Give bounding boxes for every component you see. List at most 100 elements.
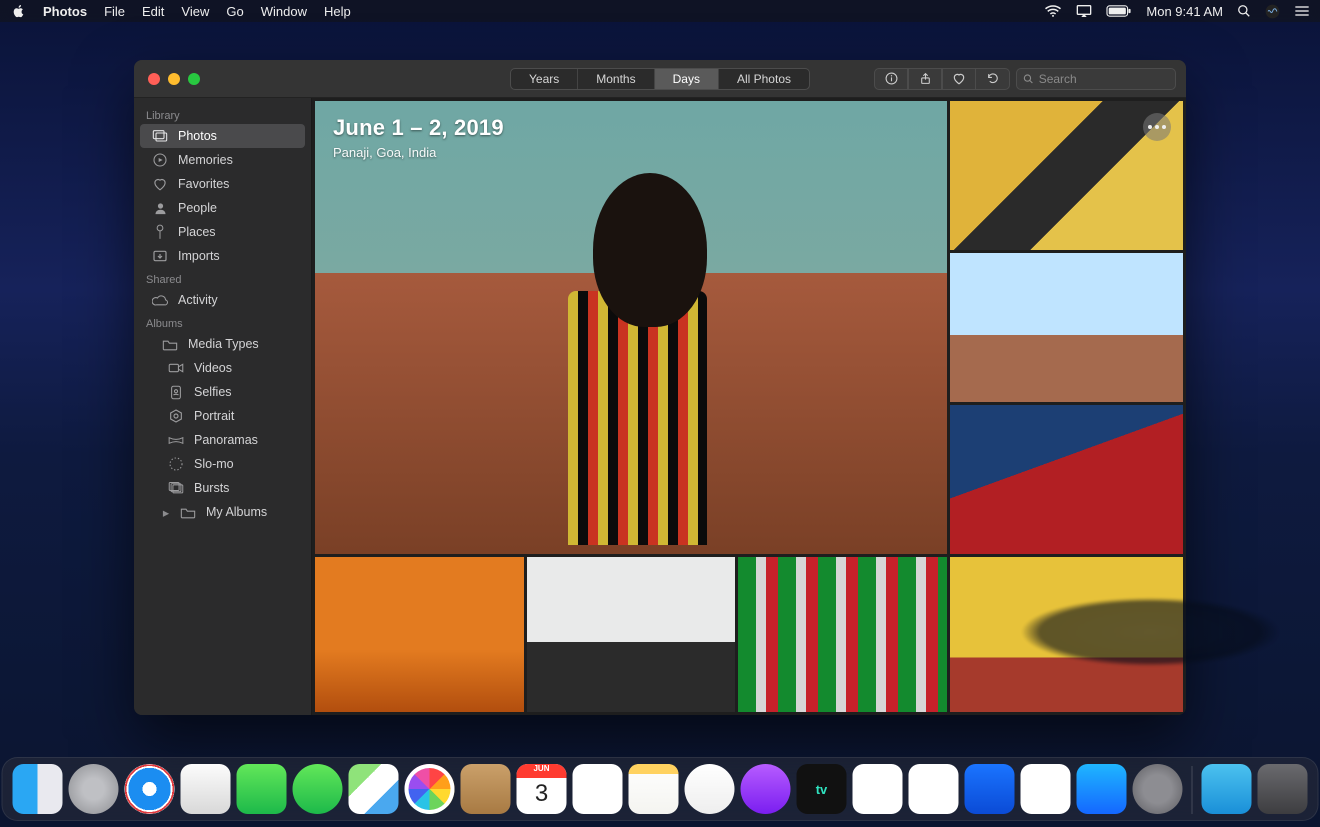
menu-help[interactable]: Help — [324, 4, 351, 19]
cloud-icon — [152, 292, 168, 308]
photo-thumbnail[interactable] — [950, 557, 1183, 712]
dock-mail-icon[interactable] — [181, 764, 231, 814]
heart-icon — [152, 176, 168, 192]
photo-hero[interactable]: June 1 – 2, 2019 Panaji, Goa, India — [315, 101, 947, 554]
airplay-icon[interactable] — [1076, 4, 1092, 18]
sidebar-item-slo-mo[interactable]: Slo-mo — [134, 452, 311, 476]
menubar-status: Mon 9:41 AM — [1044, 4, 1310, 19]
window-titlebar: Years Months Days All Photos — [134, 60, 1186, 98]
photo-thumbnail[interactable] — [950, 101, 1183, 250]
battery-icon[interactable] — [1106, 5, 1132, 17]
day-header: June 1 – 2, 2019 Panaji, Goa, India — [333, 115, 504, 160]
sidebar-item-portrait[interactable]: Portrait — [134, 404, 311, 428]
dock-pages-icon[interactable] — [1021, 764, 1071, 814]
sidebar-item-label: Portrait — [194, 409, 234, 423]
sidebar-item-bursts[interactable]: Bursts — [134, 476, 311, 500]
search-field[interactable] — [1016, 68, 1176, 90]
menubar-left: Photos File Edit View Go Window Help — [12, 4, 351, 19]
sidebar-item-label: Slo-mo — [194, 457, 234, 471]
dock-podcasts-icon[interactable] — [741, 764, 791, 814]
dock-news-icon[interactable] — [853, 764, 903, 814]
dock-app-store-icon[interactable] — [1077, 764, 1127, 814]
import-icon — [152, 248, 168, 264]
sidebar-item-memories[interactable]: Memories — [134, 148, 311, 172]
dock-messages-icon[interactable] — [293, 764, 343, 814]
siri-icon[interactable] — [1265, 4, 1280, 19]
sidebar-item-label: My Albums — [206, 505, 267, 519]
close-button[interactable] — [148, 73, 160, 85]
sidebar-item-photos[interactable]: Photos — [140, 124, 305, 148]
dock-calendar-icon[interactable]: JUN3 — [517, 764, 567, 814]
photo-thumbnail[interactable] — [738, 557, 947, 712]
apple-menu-icon[interactable] — [12, 4, 26, 18]
menu-go[interactable]: Go — [226, 4, 243, 19]
sidebar-item-videos[interactable]: Videos — [134, 356, 311, 380]
sidebar-item-imports[interactable]: Imports — [134, 244, 311, 268]
sidebar-item-media-types[interactable]: Media Types — [134, 332, 311, 356]
photo-thumbnail[interactable] — [315, 557, 524, 712]
rotate-button[interactable] — [976, 68, 1010, 90]
disclosure-triangle-icon[interactable]: ▸ — [162, 505, 170, 520]
photo-thumbnail[interactable] — [950, 405, 1183, 554]
dock-trash-icon[interactable] — [1258, 764, 1308, 814]
sidebar-item-panoramas[interactable]: Panoramas — [134, 428, 311, 452]
dock-music-icon[interactable] — [685, 764, 735, 814]
menubar-app-name[interactable]: Photos — [43, 4, 87, 19]
sidebar-item-favorites[interactable]: Favorites — [134, 172, 311, 196]
menu-view[interactable]: View — [181, 4, 209, 19]
tab-years[interactable]: Years — [511, 69, 578, 89]
tv-glyph: tv — [816, 782, 828, 797]
dock-maps-icon[interactable] — [349, 764, 399, 814]
spotlight-icon[interactable] — [1237, 4, 1251, 18]
folder-icon — [180, 504, 196, 520]
sidebar-item-places[interactable]: Places — [134, 220, 311, 244]
dock-system-preferences-icon[interactable] — [1133, 764, 1183, 814]
tab-all-photos[interactable]: All Photos — [719, 69, 809, 89]
search-input[interactable] — [1039, 72, 1169, 86]
dock-facetime-icon[interactable] — [237, 764, 287, 814]
menu-edit[interactable]: Edit — [142, 4, 164, 19]
menubar-clock[interactable]: Mon 9:41 AM — [1146, 4, 1223, 19]
dock-reminders-icon[interactable] — [573, 764, 623, 814]
sidebar-item-my-albums[interactable]: ▸ My Albums — [134, 500, 311, 524]
sidebar-item-label: Panoramas — [194, 433, 258, 447]
wifi-icon[interactable] — [1044, 5, 1062, 17]
video-icon — [168, 360, 184, 376]
dock-launchpad-icon[interactable] — [69, 764, 119, 814]
dock: JUN3 tv — [2, 757, 1319, 821]
more-button[interactable] — [1143, 113, 1171, 141]
maximize-button[interactable] — [188, 73, 200, 85]
sidebar-item-label: Activity — [178, 293, 218, 307]
dock-contacts-icon[interactable] — [461, 764, 511, 814]
tab-days[interactable]: Days — [655, 69, 719, 89]
menubar-list-icon[interactable] — [1294, 5, 1310, 17]
day-title: June 1 – 2, 2019 — [333, 115, 504, 141]
minimize-button[interactable] — [168, 73, 180, 85]
favorite-button[interactable] — [942, 68, 976, 90]
menu-window[interactable]: Window — [261, 4, 307, 19]
portrait-icon — [168, 408, 184, 424]
sidebar-item-people[interactable]: People — [134, 196, 311, 220]
photo-thumbnail[interactable] — [527, 557, 736, 712]
calendar-day: 3 — [517, 780, 567, 808]
sidebar-item-label: Places — [178, 225, 216, 239]
sidebar-item-activity[interactable]: Activity — [134, 288, 311, 312]
share-button[interactable] — [908, 68, 942, 90]
photo-thumbnail[interactable] — [950, 253, 1183, 402]
sidebar-item-selfies[interactable]: Selfies — [134, 380, 311, 404]
dock-downloads-icon[interactable] — [1202, 764, 1252, 814]
info-button[interactable] — [874, 68, 908, 90]
sidebar-section-header: Library — [134, 104, 311, 124]
dock-keynote-icon[interactable] — [965, 764, 1015, 814]
dock-finder-icon[interactable] — [13, 764, 63, 814]
dock-notes-icon[interactable] — [629, 764, 679, 814]
tab-months[interactable]: Months — [578, 69, 654, 89]
menu-file[interactable]: File — [104, 4, 125, 19]
person-icon — [152, 200, 168, 216]
dock-photos-icon[interactable] — [405, 764, 455, 814]
dock-numbers-icon[interactable] — [909, 764, 959, 814]
sidebar-item-label: Bursts — [194, 481, 229, 495]
dock-safari-icon[interactable] — [125, 764, 175, 814]
menubar: Photos File Edit View Go Window Help Mon… — [0, 0, 1320, 22]
dock-tv-icon[interactable]: tv — [797, 764, 847, 814]
